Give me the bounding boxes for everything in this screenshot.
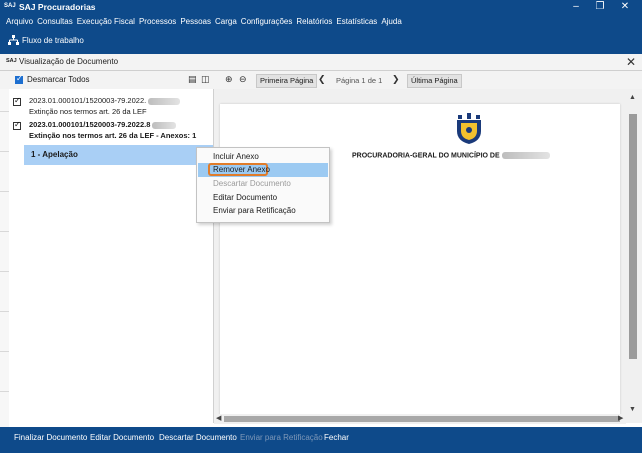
scrollbar-thumb[interactable] bbox=[629, 114, 637, 359]
doc-window-title-bar: SAJ Visualização de Documento ✕ bbox=[0, 54, 642, 71]
flowchart-icon bbox=[8, 35, 19, 45]
page-indicator: Página 1 de 1 bbox=[336, 76, 383, 85]
document-subtitle: Extinção nos termos art. 26 da LEF - Ane… bbox=[29, 131, 197, 140]
left-edge-strip bbox=[0, 89, 9, 427]
redacted-text bbox=[152, 121, 177, 129]
menu-item-edit-document[interactable]: Editar Documento bbox=[213, 193, 277, 202]
zoom-out-icon[interactable]: ⊖ bbox=[239, 74, 247, 85]
document-item[interactable]: ✓ 2023.01.000101/1520003-79.2022. Extinç… bbox=[11, 96, 211, 116]
first-page-button[interactable]: Primeira Página bbox=[256, 74, 318, 88]
discard-document-button[interactable]: Descartar Documento bbox=[159, 433, 237, 442]
attachment-item[interactable]: 1 - Apelação bbox=[24, 145, 213, 165]
menu-carga[interactable]: Carga bbox=[215, 17, 237, 26]
scroll-down-icon[interactable]: ▼ bbox=[629, 406, 636, 413]
menu-item-remove-attachment[interactable]: Remover Anexo bbox=[213, 165, 270, 174]
menu-item-discard-document: Descartar Documento bbox=[213, 179, 291, 188]
workflow-button[interactable]: Fluxo de trabalho bbox=[8, 35, 84, 45]
municipal-crest-icon bbox=[457, 113, 481, 144]
edit-document-button[interactable]: Editar Documento bbox=[90, 433, 154, 442]
doc-window-logo: SAJ bbox=[6, 58, 17, 64]
main-toolbar: Fluxo de trabalho bbox=[0, 28, 642, 54]
print-icon[interactable]: ▤ bbox=[188, 74, 197, 85]
menu-item-include-attachment[interactable]: Incluir Anexo bbox=[213, 152, 259, 161]
scroll-up-icon[interactable]: ▲ bbox=[629, 94, 636, 101]
bottom-action-bar: Finalizar Documento Editar Documento Des… bbox=[0, 427, 642, 453]
menu-consultas[interactable]: Consultas bbox=[37, 17, 73, 26]
document-header-text: PROCURADORIA-GERAL DO MUNICÍPIO DE bbox=[352, 152, 500, 160]
send-rectification-button: Enviar para Retificação bbox=[240, 433, 323, 442]
horizontal-scrollbar[interactable]: ◀ ▶ bbox=[214, 414, 626, 424]
finalize-document-button[interactable]: Finalizar Documento bbox=[14, 433, 87, 442]
menu-relatorios[interactable]: Relatórios bbox=[296, 17, 332, 26]
document-title: 2023.01.000101/1520003-79.2022. bbox=[29, 96, 147, 105]
document-item[interactable]: ✓ 2023.01.000101/1520003-79.2022.8 Extin… bbox=[11, 120, 211, 140]
close-icon[interactable]: ✕ bbox=[614, 0, 636, 14]
document-header: PROCURADORIA-GERAL DO MUNICÍPIO DE bbox=[352, 152, 612, 159]
attachment-label: 1 - Apelação bbox=[31, 150, 78, 159]
menu-configuracoes[interactable]: Configurações bbox=[241, 17, 293, 26]
uncheck-all-toggle[interactable]: ✓ Desmarcar Todos bbox=[15, 74, 90, 84]
scrollbar-thumb[interactable] bbox=[224, 416, 620, 422]
doc-window-title: Visualização de Documento bbox=[19, 57, 119, 66]
close-button[interactable]: Fechar bbox=[324, 433, 349, 442]
scroll-right-icon[interactable]: ▶ bbox=[618, 414, 623, 422]
menu-estatisticas[interactable]: Estatísticas bbox=[336, 17, 377, 26]
zoom-in-icon[interactable]: ⊕ bbox=[225, 74, 233, 85]
last-page-button[interactable]: Última Página bbox=[407, 74, 462, 88]
close-icon[interactable]: ✕ bbox=[626, 55, 636, 69]
minimize-icon[interactable]: – bbox=[565, 0, 587, 14]
doc-toolbar: ✓ Desmarcar Todos ▤ ◫ ⊕ ⊖ Primeira Págin… bbox=[0, 71, 642, 90]
print-all-icon[interactable]: ◫ bbox=[201, 74, 210, 85]
document-checkbox[interactable]: ✓ bbox=[13, 96, 21, 106]
document-subtitle: Extinção nos termos art. 26 da LEF bbox=[29, 107, 147, 116]
redacted-text bbox=[148, 97, 181, 105]
menu-item-send-rectification[interactable]: Enviar para Retificação bbox=[213, 206, 296, 215]
menu-processos[interactable]: Processos bbox=[139, 17, 176, 26]
redacted-text bbox=[501, 152, 550, 159]
menu-pessoas[interactable]: Pessoas bbox=[180, 17, 211, 26]
maximize-icon[interactable]: ❐ bbox=[589, 0, 611, 14]
vertical-scrollbar[interactable]: ▲ ▼ bbox=[626, 92, 640, 418]
menu-bar: Arquivo Consultas Execução Fiscal Proces… bbox=[0, 14, 642, 28]
menu-arquivo[interactable]: Arquivo bbox=[6, 17, 33, 26]
workflow-label: Fluxo de trabalho bbox=[22, 35, 84, 45]
menu-execucao-fiscal[interactable]: Execução Fiscal bbox=[77, 17, 135, 26]
uncheck-all-checkbox[interactable]: ✓ bbox=[15, 74, 23, 84]
app-title: SAJ Procuradorias bbox=[19, 2, 96, 12]
context-menu: Incluir Anexo Remover Anexo Descartar Do… bbox=[196, 147, 330, 223]
menu-ajuda[interactable]: Ajuda bbox=[381, 17, 401, 26]
app-title-bar: SAJ SAJ Procuradorias – ❐ ✕ bbox=[0, 0, 642, 14]
uncheck-all-label: Desmarcar Todos bbox=[27, 75, 90, 84]
chevron-left-icon[interactable]: ❮ bbox=[318, 74, 326, 85]
document-checkbox[interactable]: ✓ bbox=[13, 120, 21, 130]
chevron-right-icon[interactable]: ❯ bbox=[392, 74, 400, 85]
app-logo: SAJ bbox=[4, 3, 16, 9]
scroll-left-icon[interactable]: ◀ bbox=[216, 414, 221, 422]
document-title: 2023.01.000101/1520003-79.2022.8 bbox=[29, 120, 151, 129]
